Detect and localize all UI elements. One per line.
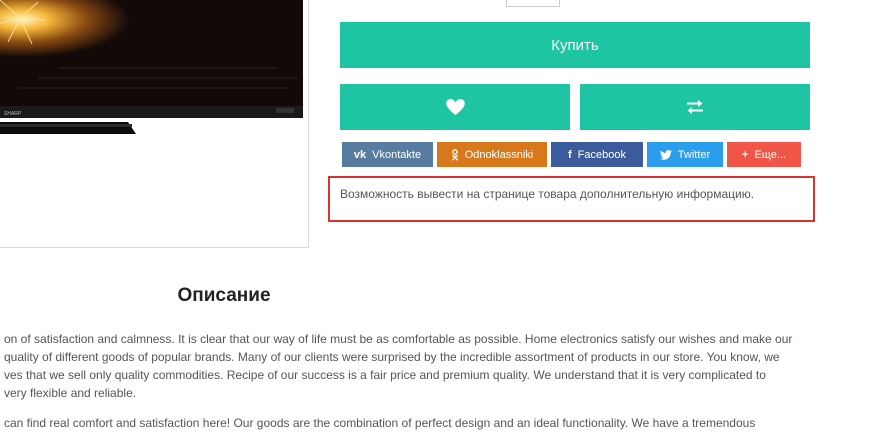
share-twitter-label: Twitter: [677, 148, 711, 161]
share-odnoklassniki-button[interactable]: Odnoklassniki: [437, 142, 547, 167]
description-paragraph-1: on of satisfaction and calmness. It is c…: [4, 330, 824, 402]
tv-image: SHARP: [0, 0, 303, 134]
additional-info-box: Возможность вывести на странице товара д…: [328, 176, 815, 222]
heart-icon: [445, 98, 465, 115]
tv-brand-logo: SHARP: [4, 111, 22, 117]
share-more-label: Еще...: [754, 148, 786, 161]
description-line: on of satisfaction and calmness. It is c…: [4, 332, 793, 346]
description-title: Описание: [177, 285, 271, 306]
share-more-button[interactable]: + Еще...: [727, 142, 801, 167]
odnoklassniki-icon: [451, 148, 459, 161]
description-line: very flexible and reliable.: [4, 386, 137, 400]
share-vk-label: Vkontakte: [372, 148, 422, 161]
share-odnoklassniki-label: Odnoklassniki: [464, 148, 534, 161]
product-image[interactable]: SHARP: [0, 0, 309, 248]
compare-button[interactable]: [580, 84, 810, 130]
description-line: ves that we sell only quality commoditie…: [4, 368, 766, 382]
share-facebook-label: Facebook: [577, 148, 626, 161]
buy-button[interactable]: Купить: [340, 22, 810, 68]
description-line: quality of different goods of popular br…: [4, 350, 780, 364]
compare-arrows-icon: [687, 100, 703, 114]
description-line: can find real comfort and satisfaction h…: [4, 416, 756, 430]
wishlist-button[interactable]: [340, 84, 570, 130]
vk-icon: vk: [353, 148, 367, 161]
quantity-input[interactable]: [506, 0, 560, 7]
additional-info-text: Возможность вывести на странице товара д…: [340, 187, 755, 201]
twitter-icon: [659, 149, 672, 160]
description-paragraph-2: can find real comfort and satisfaction h…: [4, 414, 824, 432]
plus-icon: +: [742, 148, 749, 161]
share-twitter-button[interactable]: Twitter: [647, 142, 723, 167]
facebook-icon: f: [568, 148, 572, 161]
share-facebook-button[interactable]: f Facebook: [551, 142, 643, 167]
buy-button-label: Купить: [551, 36, 599, 54]
share-vk-button[interactable]: vk Vkontakte: [342, 142, 433, 167]
